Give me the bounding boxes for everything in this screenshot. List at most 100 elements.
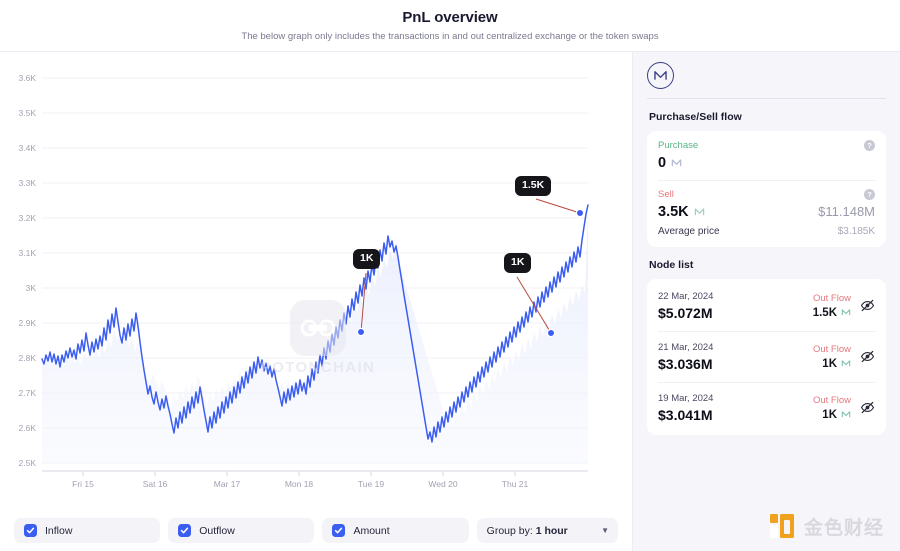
jinse-finance-text: 金色财经 xyxy=(803,517,884,539)
svg-text:Wed 20: Wed 20 xyxy=(428,479,457,489)
svg-text:Mon 18: Mon 18 xyxy=(285,479,314,489)
page-subtitle: The below graph only includes the transa… xyxy=(241,30,659,42)
chart-controls-bar: Inflow Outflow Amount Group by: 1 hour ▼ xyxy=(0,510,632,551)
svg-text:2.8K: 2.8K xyxy=(19,353,37,363)
page-title: PnL overview xyxy=(402,8,498,26)
purchase-sell-section-title: Purchase/Sell flow xyxy=(649,111,742,123)
annotation-dot-1k-b xyxy=(546,328,556,338)
pnl-line-chart[interactable]: 3.6K 3.5K 3.4K 3.3K 3.2K 3.1K 3K 2.9K 2.… xyxy=(0,52,632,510)
merlin-token-icon xyxy=(841,307,851,319)
toggle-outflow[interactable]: Outflow xyxy=(168,518,315,543)
eye-off-icon[interactable] xyxy=(860,400,875,415)
amount-checkbox[interactable] xyxy=(332,524,346,537)
node-amount: 1.5K xyxy=(812,307,837,319)
annotation-label-1k-b[interactable]: 1K xyxy=(504,253,532,273)
purchase-amount-row: 0 xyxy=(658,155,875,171)
sell-help-icon[interactable]: ? xyxy=(864,189,875,200)
svg-text:2.9K: 2.9K xyxy=(19,318,37,328)
node-usd-value: $5.072M xyxy=(658,305,713,321)
table-row[interactable]: 21 Mar, 2024 $3.036M Out Flow 1K xyxy=(658,331,875,382)
inflow-checkbox[interactable] xyxy=(24,524,37,537)
eye-off-icon[interactable] xyxy=(860,349,875,364)
chevron-down-icon[interactable]: ▼ xyxy=(601,526,609,535)
eye-off-glyph xyxy=(860,401,875,414)
x-axis-labels: Fri 15 Sat 16 Mar 17 Mon 18 Tue 19 Wed 2… xyxy=(72,479,528,489)
svg-text:2.7K: 2.7K xyxy=(19,388,37,398)
svg-text:3.6K: 3.6K xyxy=(19,73,37,83)
page-body: 3.6K 3.5K 3.4K 3.3K 3.2K 3.1K 3K 2.9K 2.… xyxy=(0,52,900,551)
node-list-card: 22 Mar, 2024 $5.072M Out Flow 1.5K 21 Ma… xyxy=(647,279,886,435)
x-axis-ticks xyxy=(82,471,516,476)
table-row[interactable]: 19 Mar, 2024 $3.041M Out Flow 1K xyxy=(658,382,875,433)
toggle-inflow[interactable]: Inflow xyxy=(14,518,161,543)
sell-amount-group: 3.5K xyxy=(658,204,705,220)
node-info: 21 Mar, 2024 $3.036M xyxy=(658,341,713,372)
amount-label: Amount xyxy=(353,524,390,537)
jinse-mark-glyph xyxy=(769,514,794,538)
node-list-section-title: Node list xyxy=(649,259,694,271)
annotation-label-15k[interactable]: 1.5K xyxy=(515,176,552,196)
group-by-text: Group by: 1 hour xyxy=(487,525,568,537)
node-info: 22 Mar, 2024 $5.072M xyxy=(658,290,713,321)
merlin-token-icon xyxy=(841,358,851,370)
merlin-m-glyph xyxy=(671,159,682,167)
merlin-m-glyph xyxy=(654,71,667,80)
sell-amount: 3.5K xyxy=(658,204,689,220)
merlin-token-icon[interactable] xyxy=(647,61,674,89)
average-price-label: Average price xyxy=(658,226,720,237)
sell-label: Sell xyxy=(658,189,674,200)
sell-usd-value: $11.148M xyxy=(818,204,875,219)
node-amount: 1K xyxy=(822,358,837,370)
svg-text:2.6K: 2.6K xyxy=(19,423,37,433)
node-meta: Out Flow 1.5K xyxy=(813,292,851,319)
annotation-label-1k-a[interactable]: 1K xyxy=(353,249,381,269)
merlin-m-glyph xyxy=(694,208,704,216)
toggle-amount[interactable]: Amount xyxy=(322,518,469,543)
svg-text:3.2K: 3.2K xyxy=(19,213,37,223)
merlin-m-glyph xyxy=(841,309,851,316)
group-by-dropdown[interactable]: Group by: 1 hour ▼ xyxy=(476,518,618,543)
annotation-dot-1k-a xyxy=(356,327,366,337)
node-right-group: Out Flow 1K xyxy=(813,343,875,370)
y-axis-labels: 3.6K 3.5K 3.4K 3.3K 3.2K 3.1K 3K 2.9K 2.… xyxy=(19,73,37,468)
node-flow-label: Out Flow xyxy=(812,344,851,355)
sell-block: ? Sell 3.5K $11.148M Average price $3.18… xyxy=(658,189,875,237)
node-amount-group: 1K xyxy=(813,409,851,421)
svg-text:Thu 21: Thu 21 xyxy=(502,479,529,489)
svg-text:Mar 17: Mar 17 xyxy=(214,479,241,489)
check-icon xyxy=(26,527,35,534)
outflow-checkbox[interactable] xyxy=(178,524,192,537)
table-row[interactable]: 22 Mar, 2024 $5.072M Out Flow 1.5K xyxy=(658,281,875,331)
eye-off-glyph xyxy=(860,350,875,363)
check-icon xyxy=(181,527,189,534)
svg-text:2.5K: 2.5K xyxy=(19,458,37,468)
details-sidebar: Purchase/Sell flow ? Purchase 0 ? Sell 3… xyxy=(632,52,900,551)
svg-text:3.1K: 3.1K xyxy=(19,248,37,258)
svg-text:3.3K: 3.3K xyxy=(19,178,37,188)
average-price-value: $3.185K xyxy=(837,226,875,237)
average-price-row: Average price $3.185K xyxy=(658,226,875,237)
group-by-value: 1 hour xyxy=(535,524,568,537)
node-amount-group: 1K xyxy=(813,358,851,370)
svg-text:3.4K: 3.4K xyxy=(19,143,37,153)
purchase-amount: 0 xyxy=(658,155,667,171)
merlin-m-glyph xyxy=(841,360,851,367)
node-meta: Out Flow 1K xyxy=(813,394,851,421)
node-flow-label: Out Flow xyxy=(812,395,851,406)
node-date: 21 Mar, 2024 xyxy=(658,342,714,353)
chart-area[interactable]: 3.6K 3.5K 3.4K 3.3K 3.2K 3.1K 3K 2.9K 2.… xyxy=(0,52,632,510)
merlin-m-glyph xyxy=(841,411,851,418)
purchase-help-icon[interactable]: ? xyxy=(864,140,875,151)
eye-off-icon[interactable] xyxy=(860,298,875,313)
node-meta: Out Flow 1K xyxy=(813,343,851,370)
page-header: PnL overview The below graph only includ… xyxy=(0,0,900,52)
group-by-prefix: Group by: xyxy=(486,524,533,537)
merlin-token-icon xyxy=(671,155,682,171)
svg-text:Fri 15: Fri 15 xyxy=(72,479,94,489)
node-right-group: Out Flow 1.5K xyxy=(813,292,875,319)
node-usd-value: $3.036M xyxy=(658,356,713,372)
svg-text:3.5K: 3.5K xyxy=(19,108,37,118)
node-usd-value: $3.041M xyxy=(658,407,713,423)
node-date: 22 Mar, 2024 xyxy=(658,291,714,302)
inflow-label: Inflow xyxy=(45,524,73,537)
